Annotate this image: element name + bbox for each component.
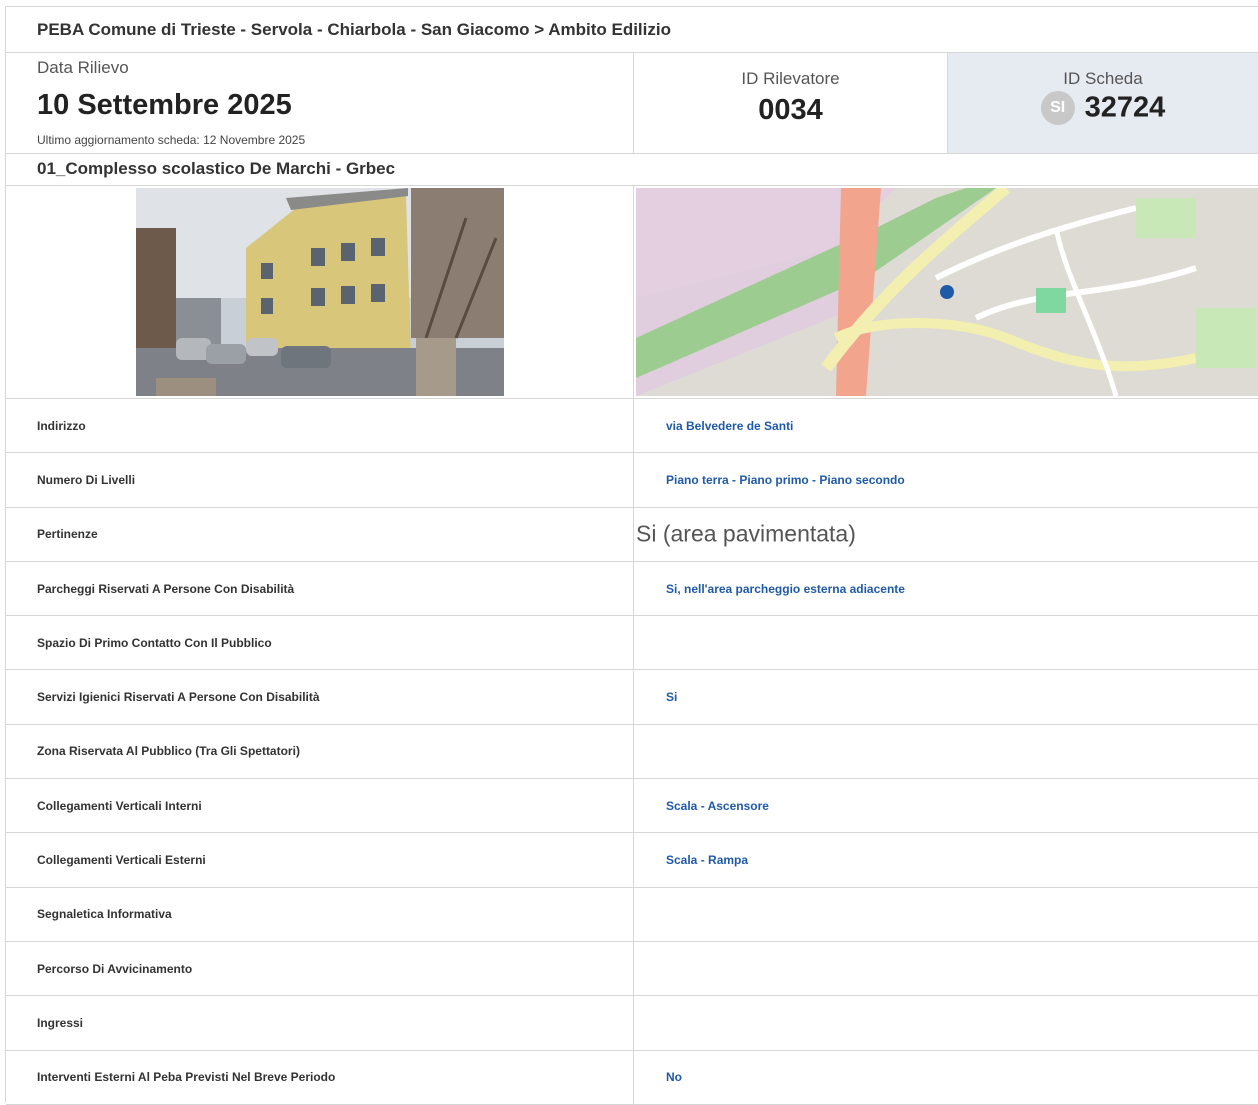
field-label-cell: Zona Riservata Al Pubblico (Tra Gli Spet… — [6, 724, 634, 779]
field-label: Collegamenti Verticali Interni — [37, 798, 202, 813]
field-label-cell: Numero Di Livelli — [6, 453, 634, 507]
survey-date-value: 10 Settembre 2025 — [37, 89, 292, 121]
field-value[interactable]: Piano terra - Piano primo - Piano second… — [666, 473, 905, 487]
map-cell — [634, 186, 1258, 398]
field-value[interactable]: Si — [666, 690, 677, 704]
field-label: Pertinenze — [37, 527, 98, 542]
building-name: 01_Complesso scolastico De Marchi - Grbe… — [37, 159, 396, 178]
field-label-cell: Servizi Igienici Riservati A Persone Con… — [6, 670, 634, 724]
field-label: Numero Di Livelli — [37, 472, 136, 487]
last-update: Ultimo aggiornamento scheda: 12 Novembre… — [37, 133, 306, 147]
field-label: Ingressi — [37, 1015, 84, 1030]
breadcrumb-row: PEBA Comune di Trieste - Servola - Chiar… — [6, 7, 1258, 53]
field-label-cell: Collegamenti Verticali Esterni — [6, 833, 634, 887]
field-label-cell: Segnaletica Informativa — [6, 887, 634, 941]
field-label-cell: Indirizzo — [6, 399, 634, 453]
field-value: Si (area pavimentata) — [636, 520, 856, 547]
photo-cell — [6, 186, 634, 398]
field-label: Percorso Di Avvicinamento — [37, 961, 193, 976]
field-row: Segnaletica Informativa — [6, 887, 1258, 942]
building-photo[interactable] — [136, 188, 504, 396]
field-label: Parcheggi Riservati A Persone Con Disabi… — [37, 581, 295, 596]
field-row: Collegamenti Verticali Interni Scala - As… — [6, 779, 1258, 834]
breadcrumb: PEBA Comune di Trieste - Servola - Chiar… — [37, 20, 671, 39]
field-label: Segnaletica Informativa — [37, 907, 172, 922]
field-label-cell: Interventi Esterni Al Peba Previsti Nel … — [6, 1050, 634, 1104]
sheet-id-label: ID Scheda — [1063, 69, 1143, 88]
survey-date-label: Data Rilievo — [37, 58, 129, 77]
field-value[interactable]: No — [666, 1070, 682, 1084]
field-row: Servizi Igienici Riservati A Persone Con… — [6, 670, 1258, 725]
survey-sheet: PEBA Comune di Trieste - Servola - Chiar… — [5, 6, 1258, 1105]
field-label: Collegamenti Verticali Esterni — [37, 853, 206, 868]
field-label: Interventi Esterni Al Peba Previsti Nel … — [37, 1070, 336, 1085]
field-value[interactable]: Scala - Ascensore — [666, 799, 769, 813]
sheet-id: 32724 — [1084, 91, 1166, 124]
survey-date-cell: Data Rilievo 10 Settembre 2025 Ultimo ag… — [6, 53, 634, 153]
field-row: Interventi Esterni Al Peba Previsti Nel … — [6, 1050, 1258, 1105]
sheet-status-badge: SI — [1040, 91, 1075, 125]
field-value[interactable]: Si, nell'area parcheggio esterna adiacen… — [666, 582, 905, 596]
surveyor-cell: ID Rilevatore 0034 — [634, 53, 948, 153]
field-row: Ingressi — [6, 996, 1258, 1051]
field-row: Collegamenti Verticali Esterni Scala - Ra… — [6, 833, 1258, 888]
field-label-cell: Percorso Di Avvicinamento — [6, 942, 634, 996]
sheet-id-cell: ID Scheda SI 32724 — [948, 53, 1258, 153]
surveyor-label: ID Rilevatore — [741, 69, 840, 88]
field-label-cell: Collegamenti Verticali Interni — [6, 779, 634, 833]
field-value[interactable]: via Belvedere de Santi — [666, 419, 793, 433]
field-label-cell: Pertinenze — [6, 507, 634, 561]
location-map[interactable] — [636, 188, 1258, 396]
media-row — [6, 186, 1258, 399]
field-label: Servizi Igienici Riservati A Persone Con… — [37, 690, 320, 705]
surveyor-id: 0034 — [758, 94, 823, 126]
field-label: Spazio Di Primo Contatto Con Il Pubblico — [37, 635, 272, 650]
header-row: Data Rilievo 10 Settembre 2025 Ultimo ag… — [6, 53, 1258, 154]
field-row: Zona Riservata Al Pubblico (Tra Gli Spet… — [6, 724, 1258, 780]
field-row: Indirizzo via Belvedere de Santi — [6, 399, 1258, 454]
field-row: Parcheggi Riservati A Persone Con Disabi… — [6, 561, 1258, 617]
field-row: Percorso Di Avvicinamento — [6, 942, 1258, 997]
field-row: Numero Di Livelli Piano terra - Piano pri… — [6, 453, 1258, 508]
field-row: Spazio Di Primo Contatto Con Il Pubblico — [6, 616, 1258, 671]
field-label-cell: Spazio Di Primo Contatto Con Il Pubblico — [6, 616, 634, 670]
field-label: Indirizzo — [37, 418, 86, 433]
field-label-cell: Ingressi — [6, 996, 634, 1050]
field-label: Zona Riservata Al Pubblico (Tra Gli Spet… — [37, 744, 300, 759]
field-row: Pertinenze Si (area pavimentata) — [6, 507, 1258, 562]
field-label-cell: Parcheggi Riservati A Persone Con Disabi… — [6, 561, 634, 616]
building-name-row: 01_Complesso scolastico De Marchi - Grbe… — [6, 154, 1258, 186]
field-value[interactable]: Scala - Rampa — [666, 853, 748, 867]
